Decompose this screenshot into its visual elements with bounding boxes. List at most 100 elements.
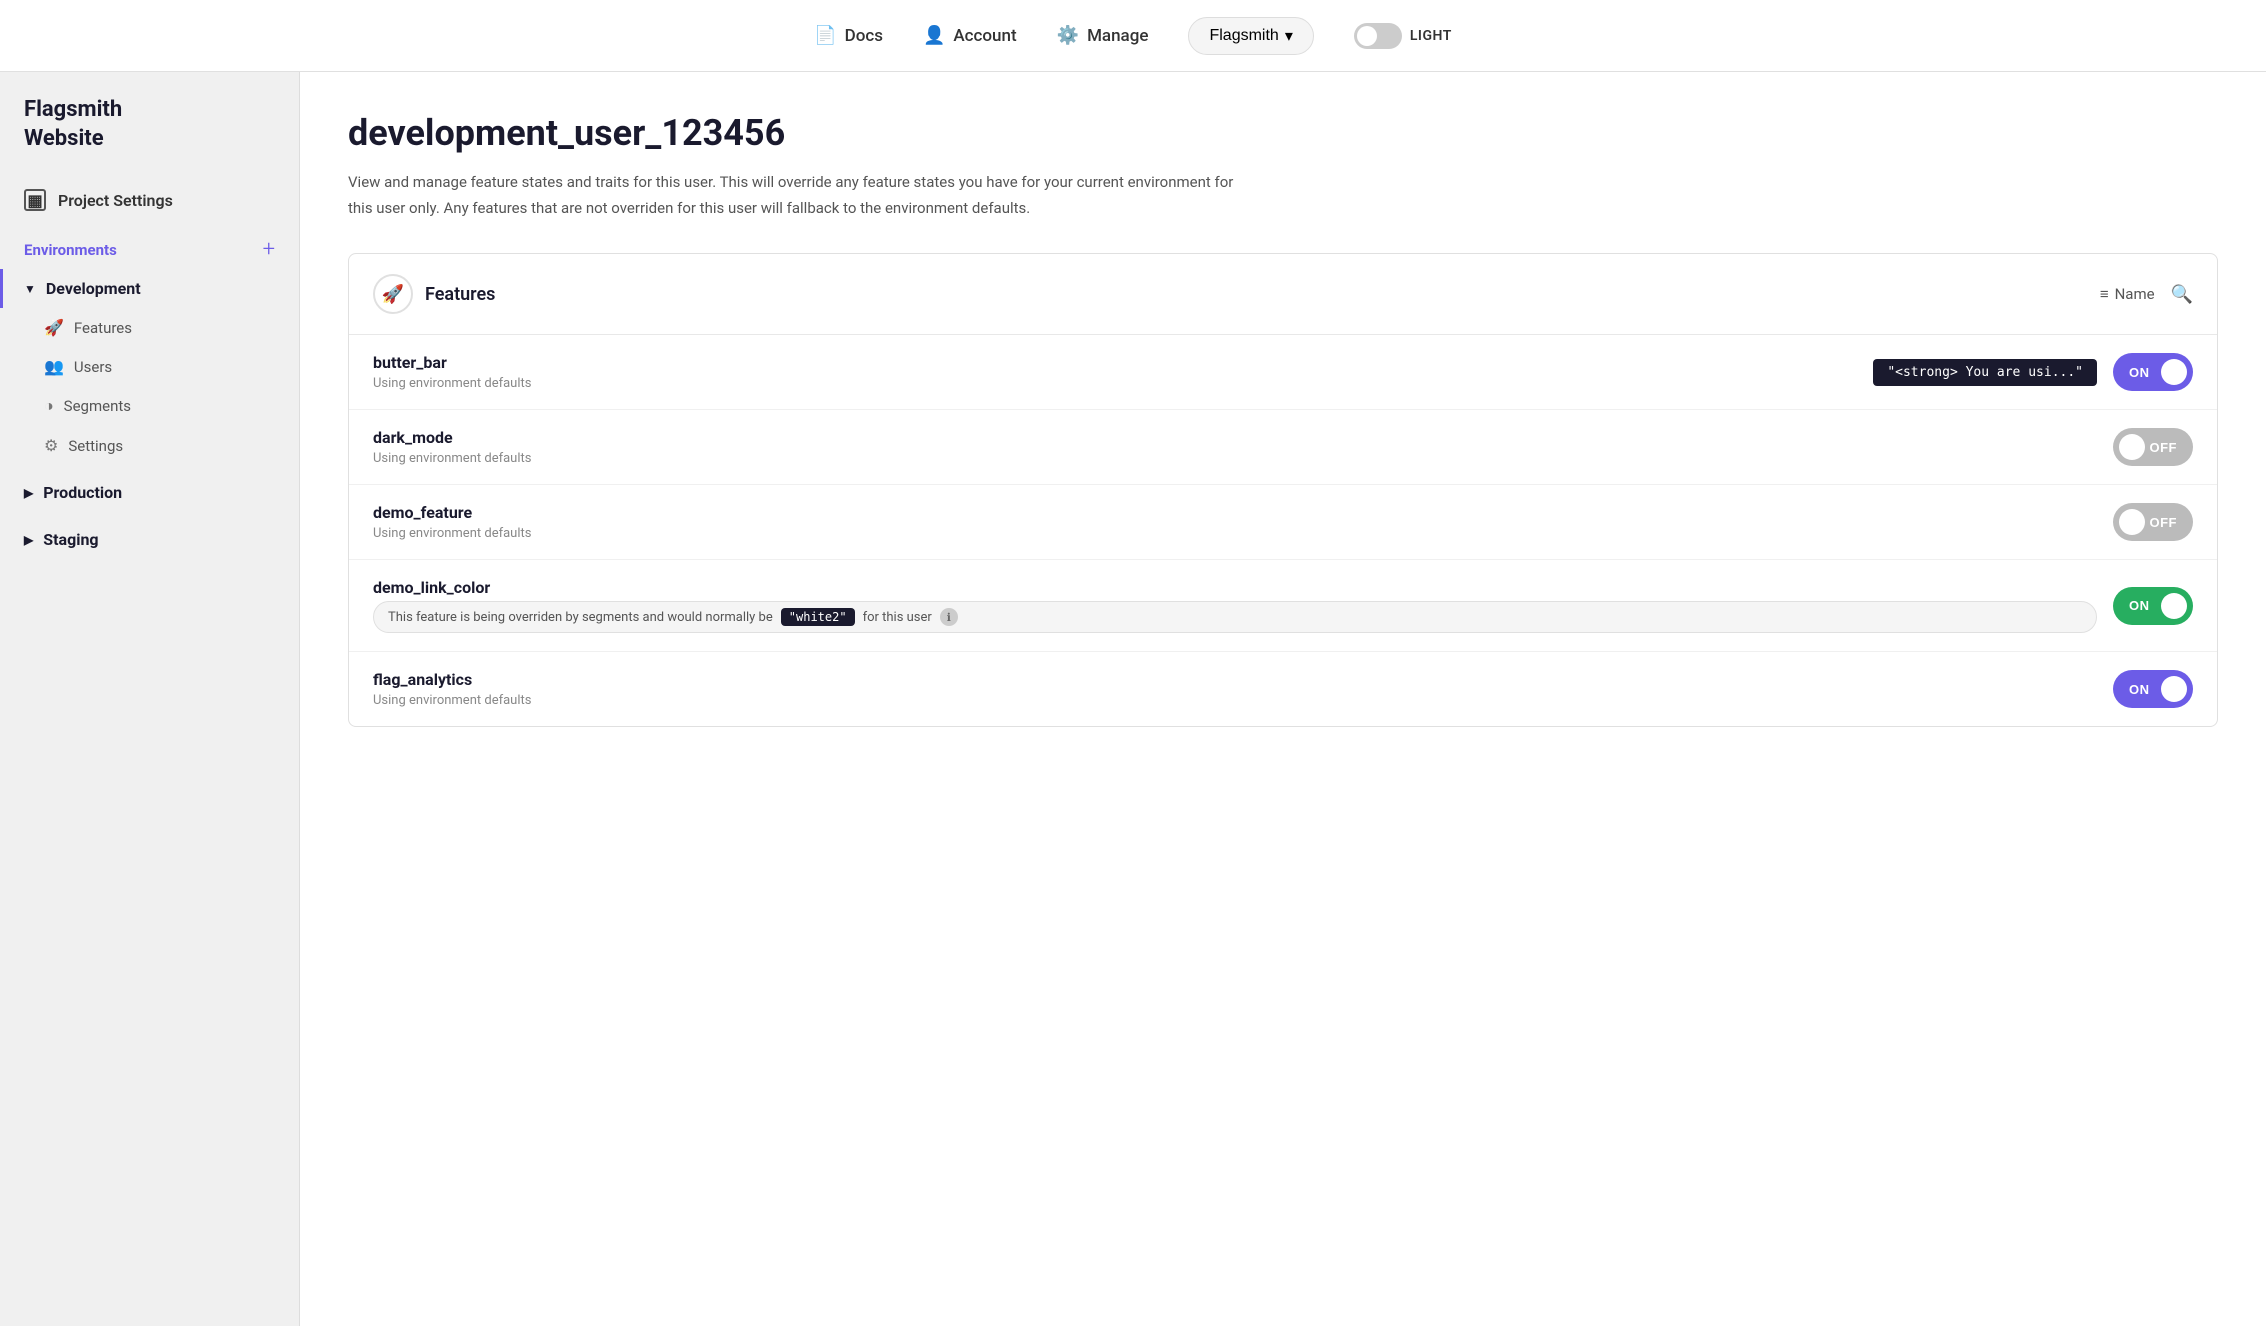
feature-row-dark-mode: dark_mode Using environment defaults OFF: [349, 410, 2217, 485]
docs-link[interactable]: 📄 Docs: [814, 25, 883, 46]
feature-row-flag-analytics: flag_analytics Using environment default…: [349, 652, 2217, 726]
feature-info-dark-mode: dark_mode Using environment defaults: [373, 428, 2097, 466]
sort-by-name-button[interactable]: ≡ Name: [2100, 285, 2155, 303]
sort-label: Name: [2115, 285, 2155, 303]
feature-row-butter-bar: butter_bar Using environment defaults "<…: [349, 335, 2217, 410]
env-sub-items-development: 🚀 Features 👥 Users ◑ Segments ⚙ Settings: [0, 308, 299, 465]
chevron-right-icon: ▶: [24, 486, 33, 500]
segments-label: Segments: [64, 397, 131, 415]
docs-icon: 📄: [814, 25, 836, 46]
env-group-development: ▼ Development 🚀 Features 👥 Users ◑ Segme…: [0, 269, 299, 465]
settings-icon: ⚙: [44, 436, 58, 455]
feature-name-dark-mode: dark_mode: [373, 428, 2097, 447]
feature-sub-flag-analytics: Using environment defaults: [373, 693, 2097, 708]
top-nav: 📄 Docs 👤 Account ⚙️ Manage Flagsmith ▾ L…: [0, 0, 2266, 72]
sidebar-item-features[interactable]: 🚀 Features: [0, 308, 299, 347]
features-card: 🚀 Features ≡ Name 🔍 butter_bar Using env…: [348, 253, 2218, 727]
toggle-off-label: OFF: [2150, 515, 2178, 530]
toggle-butter-bar[interactable]: ON: [2113, 353, 2193, 391]
feature-row-demo-feature: demo_feature Using environment defaults …: [349, 485, 2217, 560]
settings-label: Settings: [68, 437, 123, 455]
account-link[interactable]: 👤 Account: [923, 25, 1017, 46]
manage-icon: ⚙️: [1057, 25, 1079, 46]
toggle-knob: [2119, 509, 2145, 535]
feature-sub-dark-mode: Using environment defaults: [373, 451, 2097, 466]
environments-label: Environments: [24, 241, 117, 259]
env-header-staging[interactable]: ▶ Staging: [0, 520, 299, 559]
segments-icon: ◑: [44, 396, 54, 416]
project-settings-label: Project Settings: [58, 191, 173, 210]
toggle-knob: [2161, 676, 2187, 702]
feature-name-butter-bar: butter_bar: [373, 353, 1857, 372]
sidebar: Flagsmith Website ▦ Project Settings Env…: [0, 72, 300, 1326]
feature-name-demo-link-color: demo_link_color: [373, 578, 2097, 597]
toggle-knob: [2161, 593, 2187, 619]
override-suffix-text: for this user: [863, 610, 932, 625]
feature-name-flag-analytics: flag_analytics: [373, 670, 2097, 689]
feature-value-butter-bar: "<strong> You are usi...": [1873, 359, 2097, 386]
env-group-production: ▶ Production: [0, 473, 299, 512]
brand-line1: Flagsmith: [24, 97, 122, 122]
feature-override-message: This feature is being overriden by segme…: [373, 601, 2097, 633]
toggle-dark-mode[interactable]: OFF: [2113, 428, 2193, 466]
project-settings-icon: ▦: [24, 189, 46, 211]
toggle-demo-link-color[interactable]: ON: [2113, 587, 2193, 625]
main-content: development_user_123456 View and manage …: [300, 72, 2266, 1326]
users-icon: 👥: [44, 357, 64, 376]
org-selector-button[interactable]: Flagsmith ▾: [1188, 17, 1313, 55]
environments-section-header: Environments +: [0, 223, 299, 269]
light-label: LIGHT: [1410, 28, 1452, 44]
rocket-icon: 🚀: [44, 318, 64, 337]
add-environment-button[interactable]: +: [263, 239, 275, 261]
features-card-header: 🚀 Features ≡ Name 🔍: [349, 254, 2217, 335]
project-settings-link[interactable]: ▦ Project Settings: [0, 177, 299, 223]
sidebar-item-segments[interactable]: ◑ Segments: [0, 386, 299, 426]
toggle-on-label: ON: [2129, 365, 2150, 380]
env-header-production[interactable]: ▶ Production: [0, 473, 299, 512]
override-msg-text: This feature is being overriden by segme…: [388, 610, 773, 625]
feature-info-demo-feature: demo_feature Using environment defaults: [373, 503, 2097, 541]
account-icon: 👤: [923, 25, 945, 46]
sort-icon: ≡: [2100, 285, 2109, 303]
brand-line2: Website: [24, 126, 104, 151]
theme-toggle[interactable]: LIGHT: [1354, 23, 1452, 49]
sidebar-item-users[interactable]: 👥 Users: [0, 347, 299, 386]
feature-row-demo-link-color: demo_link_color This feature is being ov…: [349, 560, 2217, 652]
feature-sub-butter-bar: Using environment defaults: [373, 376, 1857, 391]
features-card-title: 🚀 Features: [373, 274, 495, 314]
chevron-down-icon: ▾: [1285, 26, 1293, 46]
feature-name-demo-feature: demo_feature: [373, 503, 2097, 522]
feature-info-flag-analytics: flag_analytics Using environment default…: [373, 670, 2097, 708]
toggle-flag-analytics[interactable]: ON: [2113, 670, 2193, 708]
features-label: Features: [74, 319, 132, 337]
manage-link[interactable]: ⚙️ Manage: [1057, 25, 1149, 46]
app-body: Flagsmith Website ▦ Project Settings Env…: [0, 72, 2266, 1326]
brand-logo: Flagsmith Website: [0, 96, 299, 177]
toggle-on-label: ON: [2129, 598, 2150, 613]
env-header-development[interactable]: ▼ Development: [0, 269, 299, 308]
theme-toggle-switch[interactable]: [1354, 23, 1402, 49]
toggle-knob: [2119, 434, 2145, 460]
search-button[interactable]: 🔍: [2171, 284, 2193, 305]
toggle-demo-feature[interactable]: OFF: [2113, 503, 2193, 541]
org-name: Flagsmith: [1209, 27, 1278, 45]
toggle-knob: [2161, 359, 2187, 385]
env-name-staging: Staging: [43, 530, 98, 549]
features-title-label: Features: [425, 284, 495, 305]
toggle-on-label: ON: [2129, 682, 2150, 697]
manage-label: Manage: [1087, 26, 1148, 46]
features-card-actions: ≡ Name 🔍: [2100, 284, 2193, 305]
chevron-right-icon: ▶: [24, 533, 33, 547]
feature-info-butter-bar: butter_bar Using environment defaults: [373, 353, 1857, 391]
env-name-production: Production: [43, 483, 122, 502]
feature-info-demo-link-color: demo_link_color This feature is being ov…: [373, 578, 2097, 633]
info-icon[interactable]: ℹ: [940, 608, 958, 626]
page-title: development_user_123456: [348, 112, 2218, 154]
chevron-down-icon: ▼: [24, 282, 36, 296]
sidebar-item-settings[interactable]: ⚙ Settings: [0, 426, 299, 465]
override-value-badge: "white2": [781, 608, 855, 626]
env-name-development: Development: [46, 279, 141, 298]
toggle-off-label: OFF: [2150, 440, 2178, 455]
users-label: Users: [74, 358, 112, 376]
page-description: View and manage feature states and trait…: [348, 170, 1248, 221]
